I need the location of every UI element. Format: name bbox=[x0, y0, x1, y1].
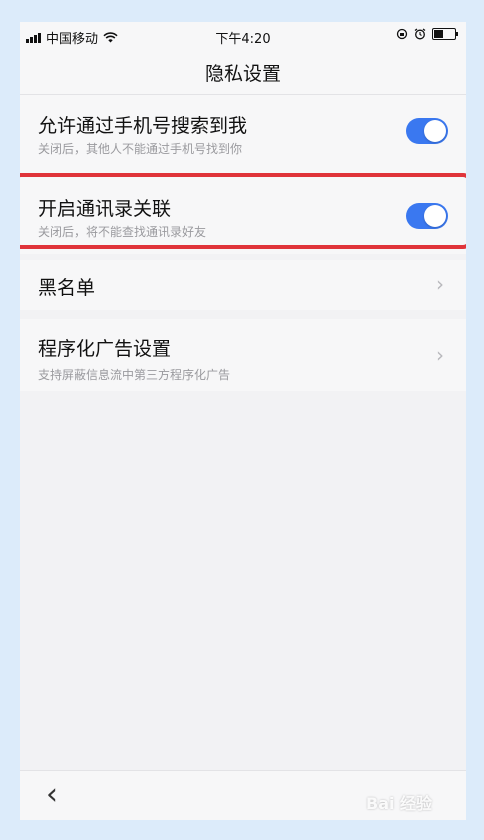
orientation-lock-icon bbox=[396, 28, 408, 40]
setting-title: 程序化广告设置 bbox=[38, 338, 172, 360]
setting-subtitle: 关闭后，其他人不能通过手机号找到你 bbox=[38, 142, 243, 156]
toggle-knob bbox=[424, 120, 446, 142]
setting-title: 允许通过手机号搜索到我 bbox=[38, 115, 248, 137]
phone-search-toggle[interactable] bbox=[406, 118, 448, 144]
back-chevron-icon[interactable]: ‹ bbox=[46, 777, 58, 812]
phone-screen: 中国移动 下午4:20 隐私设置 允许通过手机号搜索到我 关闭后，其他人不能通过… bbox=[20, 22, 466, 820]
setting-programmatic-ads[interactable]: 程序化广告设置 支持屏蔽信息流中第三方程序化广告 › bbox=[20, 319, 466, 391]
setting-subtitle: 支持屏蔽信息流中第三方程序化广告 bbox=[38, 368, 231, 382]
nav-bar: 隐私设置 bbox=[20, 50, 466, 95]
page-title: 隐私设置 bbox=[204, 63, 281, 85]
setting-title: 黑名单 bbox=[38, 277, 96, 299]
battery-icon bbox=[432, 28, 458, 40]
highlight-box bbox=[20, 173, 466, 249]
setting-phone-search: 允许通过手机号搜索到我 关闭后，其他人不能通过手机号找到你 bbox=[20, 95, 466, 175]
chevron-right-icon: › bbox=[436, 343, 444, 367]
alarm-icon bbox=[414, 28, 426, 40]
chevron-right-icon: › bbox=[436, 272, 444, 296]
watermark-logo: Bai 经验 bbox=[366, 794, 433, 813]
status-right bbox=[396, 28, 458, 40]
setting-blacklist[interactable]: 黑名单 › bbox=[20, 260, 466, 310]
status-bar: 中国移动 下午4:20 bbox=[20, 22, 466, 50]
